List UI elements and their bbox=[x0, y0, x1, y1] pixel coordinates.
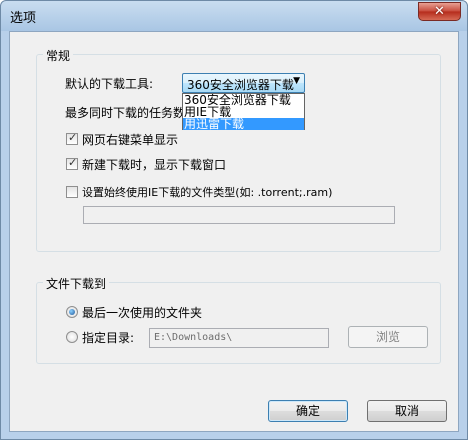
specified-folder-label[interactable]: 指定目录: bbox=[82, 329, 134, 346]
last-folder-label[interactable]: 最后一次使用的文件夹 bbox=[82, 304, 202, 321]
window-title: 选项 bbox=[10, 11, 37, 26]
checkmark-icon: ✓ bbox=[68, 156, 78, 169]
downloader-dropdown-list: 360安全浏览器下载 用IE下载 用迅雷下载 bbox=[182, 93, 305, 130]
max-tasks-label: 最多同时下载的任务数 bbox=[65, 106, 186, 120]
ie-filetypes-label[interactable]: 设置始终使用IE下载的文件类型(如: .torrent;.ram) bbox=[82, 184, 332, 200]
filetypes-input[interactable] bbox=[83, 206, 395, 224]
downloader-select[interactable]: 360安全浏览器下载 ▼ bbox=[182, 73, 305, 93]
checkmark-icon: ✓ bbox=[68, 131, 78, 144]
downloader-selected-value: 360安全浏览器下载 bbox=[187, 78, 294, 92]
show-window-label[interactable]: 新建下载时，显示下载窗口 bbox=[82, 156, 226, 173]
close-icon: ✕ bbox=[434, 4, 445, 19]
radio-selected-dot bbox=[69, 309, 75, 315]
chevron-down-icon: ▼ bbox=[293, 76, 300, 86]
dialog-body: 常规 默认的下载工具: 360安全浏览器下载 ▼ 360安全浏览器下载 用IE下… bbox=[9, 31, 459, 432]
download-path-value: E:\Downloads\ bbox=[154, 332, 233, 343]
browse-button[interactable]: 浏览 bbox=[348, 326, 428, 348]
context-menu-checkbox[interactable]: ✓ bbox=[66, 131, 78, 145]
specified-folder-radio[interactable] bbox=[66, 331, 78, 343]
file-download-group-title: 文件下载到 bbox=[43, 275, 110, 292]
context-menu-label[interactable]: 网页右键菜单显示 bbox=[82, 131, 178, 148]
last-folder-radio[interactable] bbox=[66, 306, 78, 318]
dropdown-option[interactable]: 360安全浏览器下载 bbox=[183, 94, 304, 106]
file-download-group: 文件下载到 bbox=[36, 275, 441, 364]
ok-button[interactable]: 确定 bbox=[268, 400, 348, 422]
dropdown-option[interactable]: 用IE下载 bbox=[183, 106, 304, 118]
options-dialog: 选项 ✕ 常规 默认的下载工具: 360安全浏览器下载 ▼ 360安全浏览器下载… bbox=[0, 0, 468, 440]
download-path-input[interactable]: E:\Downloads\ bbox=[149, 328, 329, 348]
ie-filetypes-checkbox[interactable] bbox=[66, 186, 78, 198]
general-group-title: 常规 bbox=[43, 47, 74, 64]
title-bar[interactable]: 选项 ✕ bbox=[1, 1, 467, 31]
downloader-label: 默认的下载工具: bbox=[65, 77, 154, 91]
cancel-button[interactable]: 取消 bbox=[367, 400, 447, 422]
dropdown-option-highlighted[interactable]: 用迅雷下载 bbox=[183, 118, 304, 130]
show-window-checkbox[interactable]: ✓ bbox=[66, 156, 78, 170]
close-button[interactable]: ✕ bbox=[418, 2, 461, 21]
